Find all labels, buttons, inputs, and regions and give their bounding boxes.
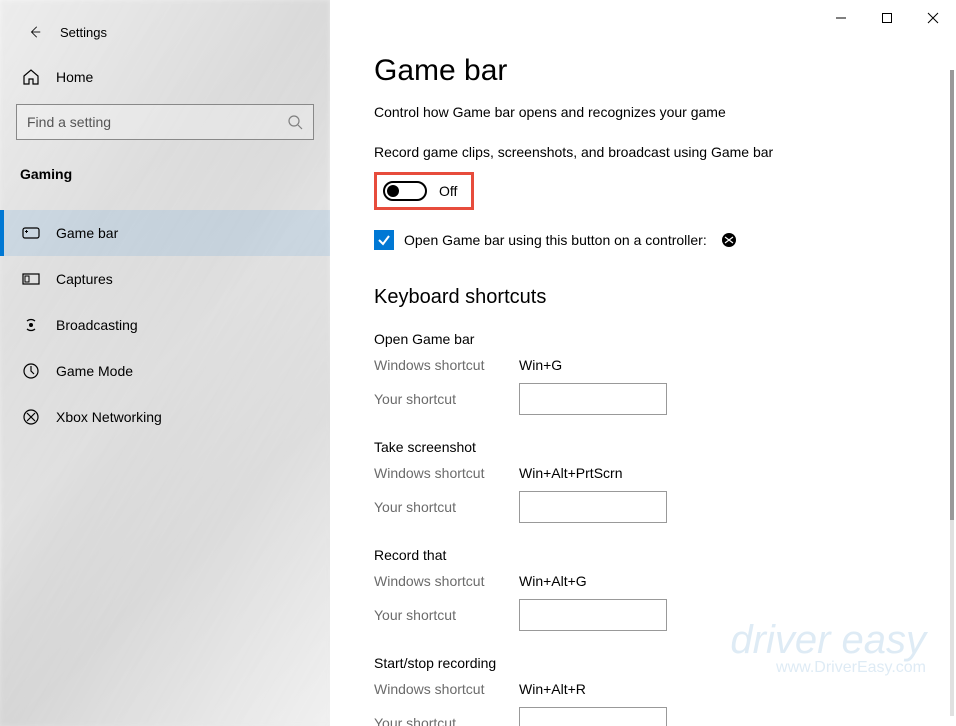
gamebar-toggle[interactable]: [383, 181, 427, 201]
shortcut-input[interactable]: [519, 599, 667, 631]
windows-shortcut-label: Windows shortcut: [374, 465, 519, 481]
broadcast-icon: [22, 316, 40, 334]
sidebar-item-broadcasting[interactable]: Broadcasting: [0, 302, 330, 348]
search-input-wrap[interactable]: [16, 104, 314, 140]
nav-label: Game Mode: [56, 363, 133, 379]
your-shortcut-label: Your shortcut: [374, 499, 519, 515]
nav-label: Captures: [56, 271, 113, 287]
maximize-button[interactable]: [864, 0, 910, 36]
shortcut-value: Win+G: [519, 357, 562, 373]
toggle-label: Off: [439, 183, 457, 199]
shortcut-value: Win+Alt+G: [519, 573, 587, 589]
page-title: Game bar: [374, 54, 926, 88]
windows-shortcut-label: Windows shortcut: [374, 573, 519, 589]
shortcut-title: Record that: [374, 547, 926, 563]
sidebar-item-home[interactable]: Home: [0, 50, 330, 104]
checkbox-label: Open Game bar using this button on a con…: [404, 232, 707, 248]
captures-icon: [22, 270, 40, 288]
toggle-description: Record game clips, screenshots, and broa…: [374, 144, 926, 160]
controller-checkbox[interactable]: [374, 230, 394, 250]
your-shortcut-label: Your shortcut: [374, 715, 519, 726]
app-title: Settings: [60, 25, 107, 40]
back-button[interactable]: [28, 25, 42, 39]
page-description: Control how Game bar opens and recognize…: [374, 104, 926, 120]
shortcut-start-stop: Start/stop recording Windows shortcut Wi…: [374, 655, 926, 726]
scrollbar[interactable]: [950, 70, 954, 716]
minimize-button[interactable]: [818, 0, 864, 36]
shortcut-title: Open Game bar: [374, 331, 926, 347]
shortcuts-heading: Keyboard shortcuts: [374, 286, 926, 309]
xbox-button-icon: [721, 232, 737, 248]
sidebar-item-gamebar[interactable]: Game bar: [0, 210, 330, 256]
nav-label: Game bar: [56, 225, 118, 241]
close-button[interactable]: [910, 0, 956, 36]
your-shortcut-label: Your shortcut: [374, 607, 519, 623]
gamemode-icon: [22, 362, 40, 380]
gamebar-icon: [22, 224, 40, 242]
sidebar-item-gamemode[interactable]: Game Mode: [0, 348, 330, 394]
shortcut-value: Win+Alt+PrtScrn: [519, 465, 622, 481]
search-input[interactable]: [27, 114, 275, 130]
shortcut-input[interactable]: [519, 491, 667, 523]
shortcut-title: Take screenshot: [374, 439, 926, 455]
search-icon: [287, 114, 303, 130]
nav-label: Xbox Networking: [56, 409, 162, 425]
toggle-knob: [387, 185, 399, 197]
shortcut-open-gamebar: Open Game bar Windows shortcut Win+G You…: [374, 331, 926, 415]
shortcut-input[interactable]: [519, 707, 667, 726]
shortcut-screenshot: Take screenshot Windows shortcut Win+Alt…: [374, 439, 926, 523]
nav-label: Broadcasting: [56, 317, 138, 333]
home-label: Home: [56, 69, 93, 85]
shortcut-title: Start/stop recording: [374, 655, 926, 671]
shortcut-input[interactable]: [519, 383, 667, 415]
shortcut-record-that: Record that Windows shortcut Win+Alt+G Y…: [374, 547, 926, 631]
toggle-highlight-box: Off: [374, 172, 474, 210]
scrollbar-thumb[interactable]: [950, 70, 954, 520]
your-shortcut-label: Your shortcut: [374, 391, 519, 407]
xbox-icon: [22, 408, 40, 426]
windows-shortcut-label: Windows shortcut: [374, 681, 519, 697]
windows-shortcut-label: Windows shortcut: [374, 357, 519, 373]
shortcut-value: Win+Alt+R: [519, 681, 586, 697]
home-icon: [22, 68, 40, 86]
sidebar-item-captures[interactable]: Captures: [0, 256, 330, 302]
section-label: Gaming: [0, 156, 330, 192]
sidebar-item-xbox[interactable]: Xbox Networking: [0, 394, 330, 440]
